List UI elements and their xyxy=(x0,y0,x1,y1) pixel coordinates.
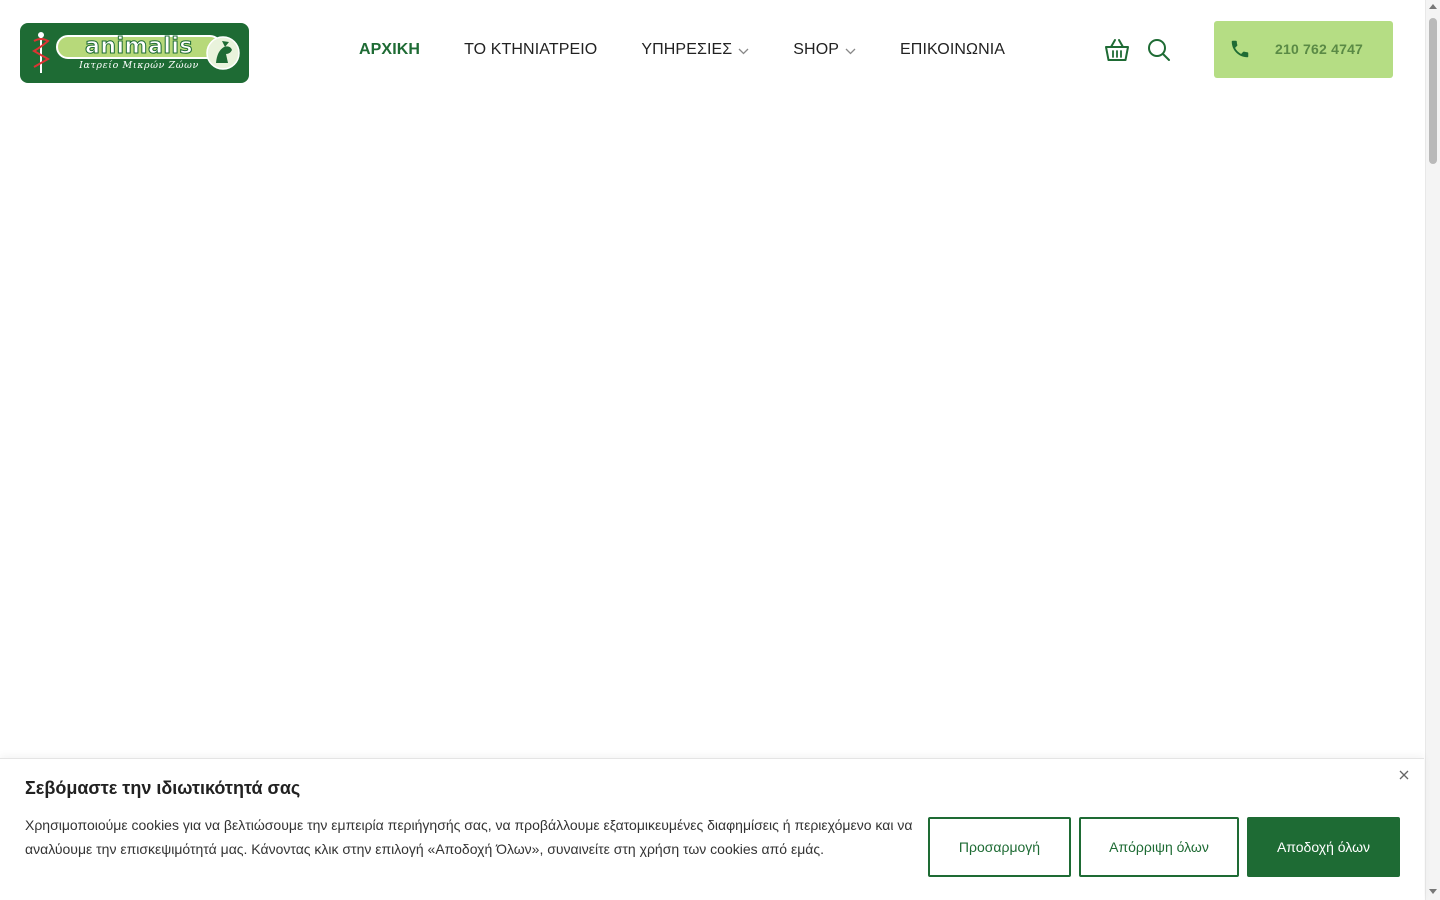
close-icon[interactable] xyxy=(1397,768,1411,782)
nav-item-services[interactable]: ΥΠΗΡΕΣΙΕΣ xyxy=(641,41,749,59)
cookie-description: Χρησιμοποιούμε cookies για να βελτιώσουμ… xyxy=(25,817,913,857)
basket-icon xyxy=(1105,39,1129,61)
cookie-consent-banner: Σεβόμαστε την ιδιωτικότητά σας Χρησιμοπο… xyxy=(0,758,1424,900)
nav-item-label: SHOP xyxy=(793,41,840,58)
scroll-up-arrow-icon[interactable] xyxy=(1429,4,1437,9)
cookie-title: Σεβόμαστε την ιδιωτικότητά σας xyxy=(25,778,301,798)
nav-item-home[interactable]: ΑΡΧΙΚΗ xyxy=(359,41,420,59)
chevron-down-icon xyxy=(845,48,856,55)
phone-icon xyxy=(1231,40,1249,58)
nav-item-label: ΕΠΙΚΟΙΝΩΝΙΑ xyxy=(900,41,1006,58)
chevron-down-icon xyxy=(738,48,749,55)
nav-item-contact[interactable]: ΕΠΙΚΟΙΝΩΝΙΑ xyxy=(900,41,1005,59)
phone-call-button[interactable]: 210 762 4747 xyxy=(1214,21,1393,78)
main-nav: ΑΡΧΙΚΗ ΤΟ ΚΤΗΝΙΑΤΡΕΙΟ ΥΠΗΡΕΣΙΕΣ SHOP ΕΠΙ… xyxy=(359,38,1005,62)
scroll-down-arrow-icon[interactable] xyxy=(1429,889,1437,894)
nav-item-shop[interactable]: SHOP xyxy=(793,41,856,59)
site-logo[interactable]: animalis Ιατρείο Μικρών Ζώων xyxy=(20,23,249,83)
pets-emblem-icon xyxy=(206,36,240,70)
scroll-thumb[interactable] xyxy=(1429,18,1437,164)
search-button[interactable] xyxy=(1145,36,1173,64)
customize-button[interactable]: Προσαρμογή xyxy=(928,817,1071,877)
site-header: animalis Ιατρείο Μικρών Ζώων ΑΡΧΙΚΗ ΤΟ Κ… xyxy=(0,0,1425,100)
nav-item-clinic[interactable]: ΤΟ ΚΤΗΝΙΑΤΡΕΙΟ xyxy=(464,41,597,59)
nav-item-label: ΤΟ ΚΤΗΝΙΑΤΡΕΙΟ xyxy=(464,41,598,58)
cart-button[interactable] xyxy=(1103,36,1131,64)
nav-item-label: ΥΠΗΡΕΣΙΕΣ xyxy=(641,41,733,58)
phone-number: 210 762 4747 xyxy=(1275,41,1364,57)
main-content xyxy=(0,100,1425,758)
nav-item-label: ΑΡΧΙΚΗ xyxy=(359,41,421,58)
reject-all-button[interactable]: Απόρριψη όλων xyxy=(1079,817,1239,877)
search-icon xyxy=(1148,39,1170,61)
accept-all-button[interactable]: Αποδοχή όλων xyxy=(1247,817,1400,877)
page-scrollbar[interactable] xyxy=(1425,0,1440,900)
